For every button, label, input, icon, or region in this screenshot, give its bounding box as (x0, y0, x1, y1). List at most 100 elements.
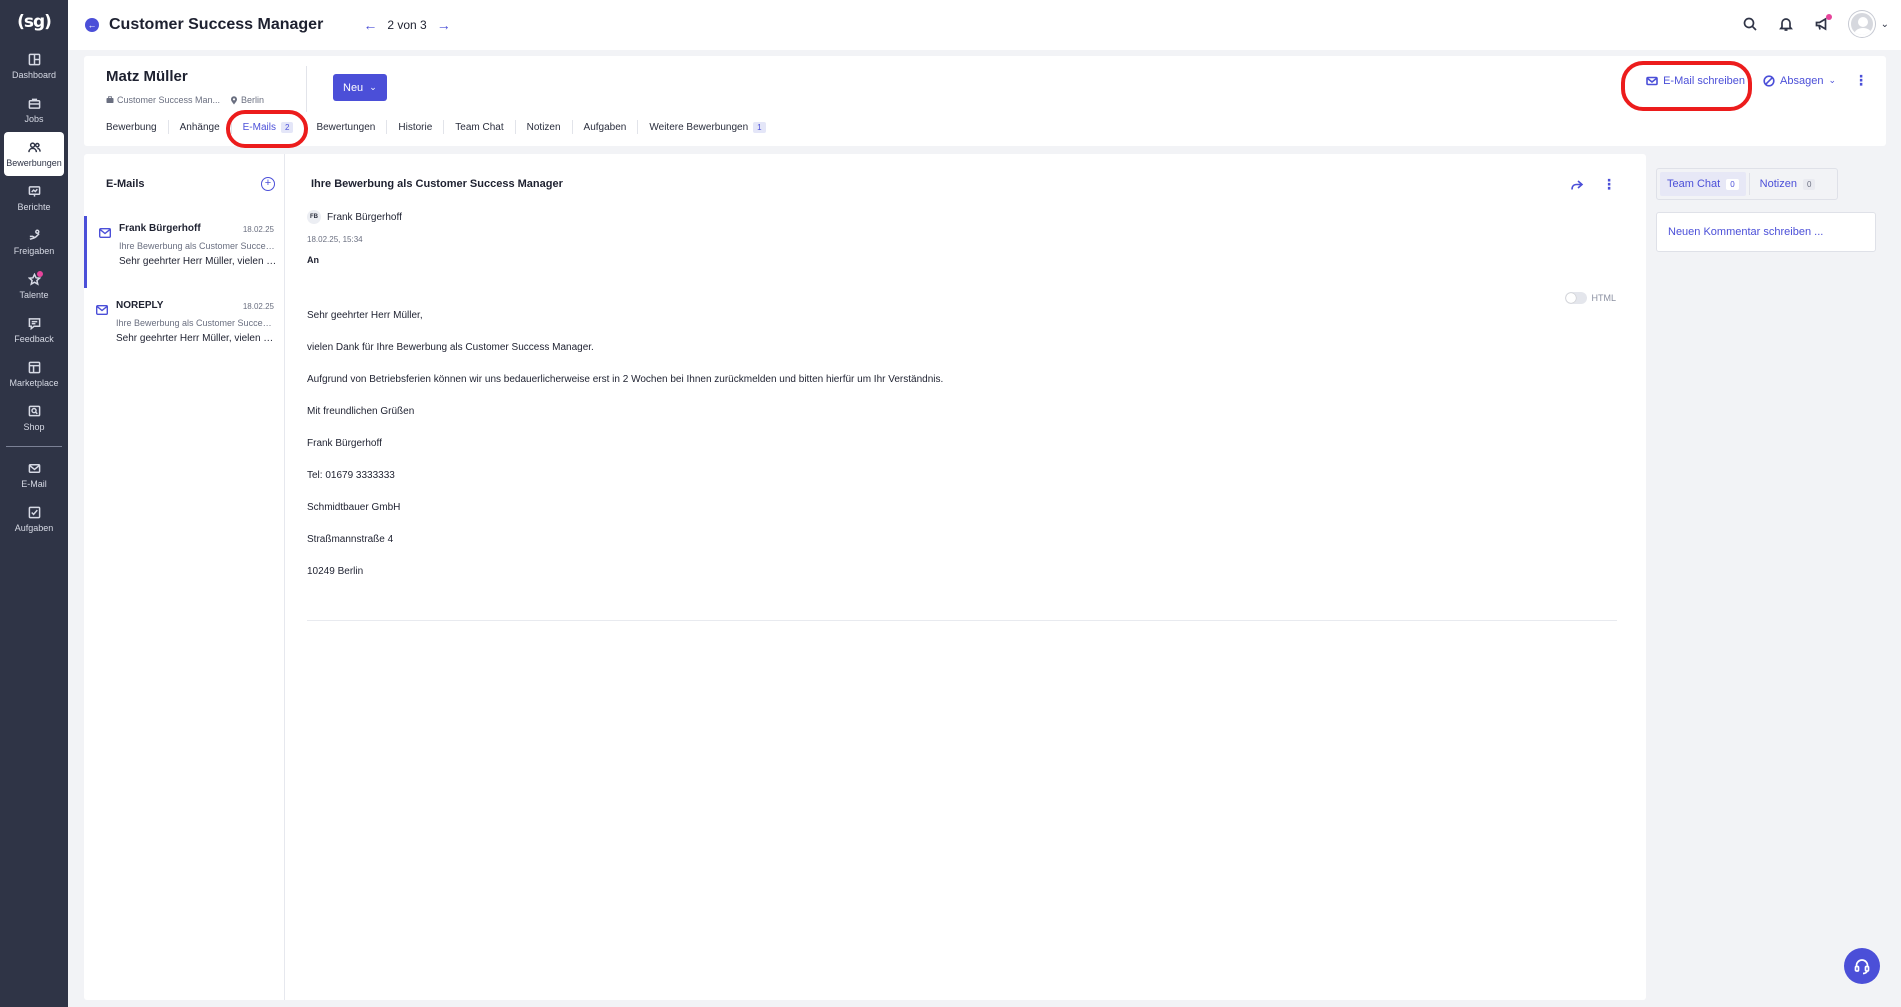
bell-icon (1778, 18, 1793, 31)
avatar[interactable] (1848, 11, 1875, 37)
arrow-left-icon: ← (87, 20, 97, 30)
tab-anhaenge[interactable]: Anhänge (169, 120, 232, 134)
reject-label: Absagen (1780, 74, 1824, 87)
tab-team-chat[interactable]: Team Chat (444, 120, 516, 134)
mail-icon (95, 302, 109, 320)
sidebar-item-feedback[interactable]: Feedback (0, 308, 68, 352)
tab-bewertungen[interactable]: Bewertungen (305, 120, 388, 134)
support-button[interactable] (1844, 948, 1880, 984)
tab-count-badge: 0 (1726, 178, 1739, 190)
mail-from: Frank Bürgerhoff (119, 223, 201, 234)
dashboard-icon (28, 53, 40, 65)
tab-label: Anhänge (179, 121, 220, 133)
email-body-line: vielen Dank für Ihre Bewerbung als Custo… (307, 342, 594, 353)
shop-search-icon (28, 405, 40, 416)
add-email-icon[interactable]: + (261, 177, 275, 191)
tab-bewerbung[interactable]: Bewerbung (106, 120, 169, 134)
search-button[interactable] (1741, 15, 1759, 33)
email-subject: Ihre Bewerbung als Customer Success Mana… (311, 178, 563, 190)
back-button[interactable]: ← (85, 18, 99, 32)
pager-prev-button[interactable]: ← (363, 17, 377, 33)
candidate-job-label: Customer Success Man... (117, 95, 221, 105)
sidebar-item-talente[interactable]: Talente (0, 264, 68, 308)
mail-icon (1646, 76, 1658, 85)
sidebar-item-marketplace[interactable]: Marketplace (0, 352, 68, 396)
tab-notizen[interactable]: Notizen (516, 120, 573, 134)
email-list-title: E-Mails (106, 178, 145, 190)
email-actions: ⋮ (1570, 176, 1616, 193)
mail-preview: Sehr geehrter Herr Müller, vielen Dank f… (116, 333, 276, 344)
tab-count-badge: 2 (280, 121, 294, 133)
more-options-icon[interactable]: ⋮ (1854, 72, 1868, 89)
tab-notizen-panel[interactable]: Notizen 0 (1750, 169, 1826, 199)
tab-team-chat-panel[interactable]: Team Chat 0 (1660, 172, 1746, 196)
more-options-icon[interactable]: ⋮ (1602, 176, 1616, 193)
email-timestamp: 18.02.25, 15:34 (307, 235, 363, 244)
list-item[interactable]: NOREPLY 18.02.25 Ihre Bewerbung als Cust… (84, 293, 284, 365)
tab-weitere-bewerbungen[interactable]: Weitere Bewerbungen 1 (638, 120, 776, 134)
list-item[interactable]: Frank Bürgerhoff 18.02.25 Ihre Bewerbung… (84, 216, 284, 288)
sidebar: (sg) Dashboard Jobs Bewerbungen Berichte… (0, 0, 68, 1007)
chevron-down-icon: ⌄ (369, 82, 377, 92)
candidate-actions: E-Mail schreiben Absagen ⌄ ⋮ (1646, 72, 1868, 89)
sidebar-item-freigaben[interactable]: Freigaben (0, 220, 68, 264)
email-body-line: Aufgrund von Betriebsferien können wir u… (307, 374, 944, 385)
app-logo[interactable]: (sg) (0, 0, 68, 44)
tab-count-badge: 0 (1802, 178, 1816, 190)
sidebar-item-dashboard[interactable]: Dashboard (0, 44, 68, 88)
sidebar-item-label: Marketplace (9, 377, 59, 388)
pager-next-button[interactable]: → (437, 17, 451, 33)
candidate-meta: Customer Success Man... Berlin (106, 95, 264, 105)
sidebar-item-jobs[interactable]: Jobs (0, 88, 68, 132)
sidebar-item-label: Feedback (14, 333, 54, 344)
sidebar-item-label: Bewerbungen (6, 157, 62, 168)
write-email-label: E-Mail schreiben (1663, 74, 1746, 87)
candidate-name: Matz Müller (106, 68, 188, 85)
sidebar-item-shop[interactable]: Shop (0, 396, 68, 440)
sidebar-item-aufgaben[interactable]: Aufgaben (0, 497, 68, 541)
mail-preview: Sehr geehrter Herr Müller, vielen Dank f… (119, 256, 279, 267)
header-divider (306, 66, 307, 112)
html-toggle[interactable]: HTML (1564, 292, 1616, 304)
candidate-tabs: Bewerbung Anhänge E-Mails 2 Bewertungen H… (106, 120, 777, 134)
sidebar-item-bewerbungen[interactable]: Bewerbungen (4, 132, 64, 176)
mail-date: 18.02.25 (242, 225, 274, 234)
email-body-line: Straßmannstraße 4 (307, 534, 394, 545)
notifications-button[interactable] (1777, 15, 1795, 33)
sidebar-item-email[interactable]: E-Mail (0, 453, 68, 497)
briefcase-icon (28, 98, 40, 109)
main-panel: E-Mails + Frank Bürgerhoff 18.02.25 Ihre… (84, 154, 1646, 1000)
tab-emails[interactable]: E-Mails 2 (232, 120, 306, 134)
tab-label: Team Chat (1667, 178, 1721, 190)
candidate-job: Customer Success Man... (106, 95, 220, 105)
tab-aufgaben[interactable]: Aufgaben (573, 120, 639, 134)
mail-icon (98, 225, 112, 243)
candidate-header: Matz Müller Customer Success Man... Berl… (84, 56, 1886, 146)
announcements-button[interactable] (1813, 14, 1832, 33)
report-icon (28, 185, 40, 197)
email-view: Ihre Bewerbung als Customer Success Mana… (285, 154, 1646, 1000)
sidebar-item-berichte[interactable]: Berichte (0, 176, 68, 220)
email-body-line: Frank Bürgerhoff (307, 438, 382, 449)
email-list: E-Mails + Frank Bürgerhoff 18.02.25 Ihre… (84, 154, 285, 1000)
tab-label: Weitere Bewerbungen (649, 121, 749, 133)
sidebar-item-label: Jobs (24, 113, 44, 124)
briefcase-icon (106, 96, 114, 103)
forward-icon[interactable] (1570, 178, 1584, 192)
tab-label: Historie (398, 121, 433, 133)
feedback-icon (28, 317, 40, 330)
toggle-switch[interactable] (1564, 292, 1587, 304)
new-button-label: Neu (343, 81, 364, 94)
reject-button[interactable]: Absagen ⌄ (1763, 75, 1836, 87)
sidebar-item-label: Freigaben (13, 245, 55, 256)
new-button[interactable]: Neu ⌄ (333, 74, 387, 101)
tab-historie[interactable]: Historie (387, 120, 445, 134)
write-email-button[interactable]: E-Mail schreiben (1646, 75, 1745, 87)
chevron-down-icon: ⌄ (1828, 75, 1836, 85)
new-comment-input[interactable]: Neuen Kommentar schreiben ... (1656, 212, 1876, 252)
comments-tabs: Team Chat 0 Notizen 0 (1656, 168, 1838, 200)
share-hand-icon (29, 229, 40, 240)
location-pin-icon (231, 95, 238, 104)
chevron-down-icon[interactable]: ⌄ (1881, 19, 1889, 30)
announcement-badge (1825, 14, 1832, 20)
